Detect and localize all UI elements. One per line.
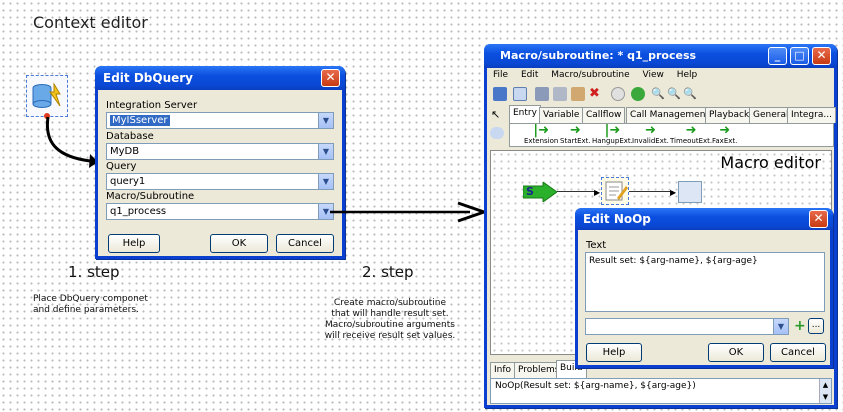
minimize-icon[interactable]: _ [768,47,787,65]
step-2-note: Create macro/subroutine that will handle… [324,298,456,341]
edit-noop-dialog: Edit NoOp ✕ Text Result set: ${arg-name}… [575,208,833,368]
save-icon[interactable] [493,87,507,101]
query-select[interactable]: query1 ▼ [106,173,334,190]
macro-editor-label: Macro editor [720,153,821,172]
menu-file[interactable]: File [493,70,508,80]
hangup-node[interactable] [678,181,702,203]
text-area[interactable]: Result set: ${arg-name}, ${arg-age} [585,252,825,312]
tab-callflow[interactable]: Callflow [582,107,626,123]
tab-info[interactable]: Info [490,362,516,378]
check-icon[interactable] [631,87,645,101]
palette-hangupext[interactable]: |➜ HangupExt. [592,124,633,145]
edit-dbquery-dialog: Edit DbQuery ✕ Integration Server MyISse… [95,66,345,259]
palette-startext[interactable]: ➜ StartExt. [560,124,591,145]
palette-area: Entry Variable Callflow Call Management … [509,105,836,147]
cut-icon[interactable] [535,87,549,101]
debug-icon[interactable] [611,87,625,101]
add-icon[interactable]: + [794,318,806,334]
chevron-down-icon: ▼ [318,113,333,128]
cancel-button[interactable]: Cancel [770,343,826,362]
menu-help[interactable]: Help [677,70,698,80]
palette-extension[interactable]: |➜ Extension [524,124,558,145]
zoom-in-icon[interactable]: 🔍 [667,87,681,101]
build-output: NoOp(Result set: ${arg-name}, ${arg-age}… [490,378,832,404]
menu-edit[interactable]: Edit [521,70,538,80]
toolbar: ✖ 🔍 🔍 🔍 [491,84,831,104]
new-icon[interactable] [513,87,527,101]
tab-playback[interactable]: Playback [705,107,754,123]
noop-title: Edit NoOp [583,212,651,226]
pointer-tool-icon[interactable]: ↖ [491,108,500,121]
maximize-icon[interactable]: □ [790,47,809,65]
database-label: Database [106,131,154,142]
server-select[interactable]: MyISserver ▼ [106,112,334,129]
help-button[interactable]: Help [108,234,160,253]
chevron-down-icon: ▼ [318,174,333,189]
palette-timeoutext[interactable]: ➜ TimeoutExt. [670,124,712,145]
chat-icon[interactable] [490,127,504,139]
query-label: Query [106,161,137,172]
macro-title: Macro/subroutine: * q1_process [500,49,697,62]
menu-bar: File Edit Macro/subroutine View Help [493,70,707,80]
noop-node[interactable] [601,177,629,205]
zoom-out-icon[interactable]: 🔍 [683,87,697,101]
curve-arrow-1 [45,116,98,168]
arrow-to-macro-editor [330,201,489,223]
cancel-button[interactable]: Cancel [276,234,334,253]
close-icon[interactable]: ✕ [809,210,828,228]
step-2-label: 2. step [362,263,414,281]
chevron-down-icon: ▼ [773,319,788,334]
variable-select[interactable]: ▼ [585,318,789,335]
palette-invalidext[interactable]: ➜ InvalidExt. [632,124,669,145]
noop-title-bar: Edit NoOp ✕ [575,208,833,230]
copy-icon[interactable] [553,87,567,101]
palette-faxext[interactable]: ➜ FaxExt. [712,124,737,145]
arrowhead-icon: ▶ [594,188,601,197]
database-select[interactable]: MyDB ▼ [106,143,334,160]
macro-label: Macro/Subroutine [106,191,195,202]
connector-line [557,191,597,192]
dbquery-title-bar: Edit DbQuery ✕ [95,66,345,90]
connector-line [629,191,673,192]
help-button[interactable]: Help [586,343,642,362]
close-icon[interactable]: ✕ [812,47,831,65]
tab-integration[interactable]: Integra... [787,107,836,123]
dbquery-component-icon[interactable] [26,75,68,117]
arrowhead-icon: ▶ [670,188,677,197]
tab-call-management[interactable]: Call Management [626,107,713,123]
step-1-label: 1. step [68,263,120,281]
server-label: Integration Server [106,100,198,111]
chevron-down-icon: ▼ [318,144,333,159]
close-icon[interactable]: ✕ [321,69,340,87]
ok-button[interactable]: OK [210,234,268,253]
macro-title-bar: Macro/subroutine: * q1_process _ □ ✕ [484,44,837,68]
scrollbar[interactable]: ▲ ▼ [819,379,831,403]
macro-select[interactable]: q1_process ▼ [106,203,334,220]
menu-macro[interactable]: Macro/subroutine [551,70,629,80]
zoom-icon[interactable]: 🔍 [651,87,665,101]
menu-view[interactable]: View [642,70,663,80]
paste-icon[interactable] [571,87,585,101]
context-editor-heading: Context editor [33,13,148,32]
bottom-panel: Info Problems Build NoOp(Result set: ${a… [490,360,832,406]
start-node[interactable]: S [522,181,558,203]
text-label: Text [586,240,607,251]
tab-general[interactable]: General [749,107,793,123]
palette-strip: |➜ Extension ➜ StartExt. |➜ HangupExt. ➜ Inv… [509,123,834,147]
step-1-note: Place DbQuery componet and define parame… [33,294,148,315]
ok-button[interactable]: OK [708,343,764,362]
dbquery-title: Edit DbQuery [103,71,193,85]
tab-variable[interactable]: Variable [539,107,584,123]
browse-button[interactable]: ... [808,318,824,334]
delete-icon[interactable]: ✖ [589,87,603,101]
tab-entry[interactable]: Entry [509,105,541,123]
